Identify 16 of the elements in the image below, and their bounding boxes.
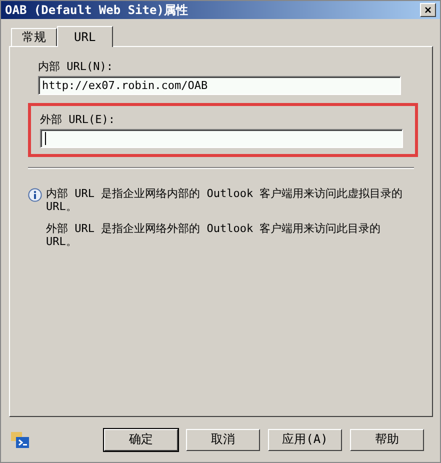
close-button[interactable]: × [420,3,436,18]
dialog-button[interactable]: 取消 [186,428,260,451]
info-icon [28,188,42,202]
url-field[interactable]: http://ex07.robin.com/OAB [38,76,401,96]
dialog-button[interactable]: 帮助 [350,428,424,451]
window-title: OAB (Default Web Site)属性 [5,2,188,19]
dialog-button[interactable]: 确定 [104,428,178,451]
field-label: 内部 URL(N): [38,59,114,74]
tab[interactable]: 常规 [11,28,57,46]
info-text: 内部 URL 是指企业网络内部的 Outlook 客户端用来访问此虚拟目录的 URL。 [46,187,404,214]
info-text: 外部 URL 是指企业网络外部的 Outlook 客户端用来访问此目录的 URL。 [46,222,382,248]
console-icon [11,432,29,448]
url-field[interactable] [40,129,403,148]
dialog-button[interactable]: 应用(A) [268,428,342,451]
tab[interactable]: URL [57,26,113,48]
field-label: 外部 URL(E): [40,112,116,128]
